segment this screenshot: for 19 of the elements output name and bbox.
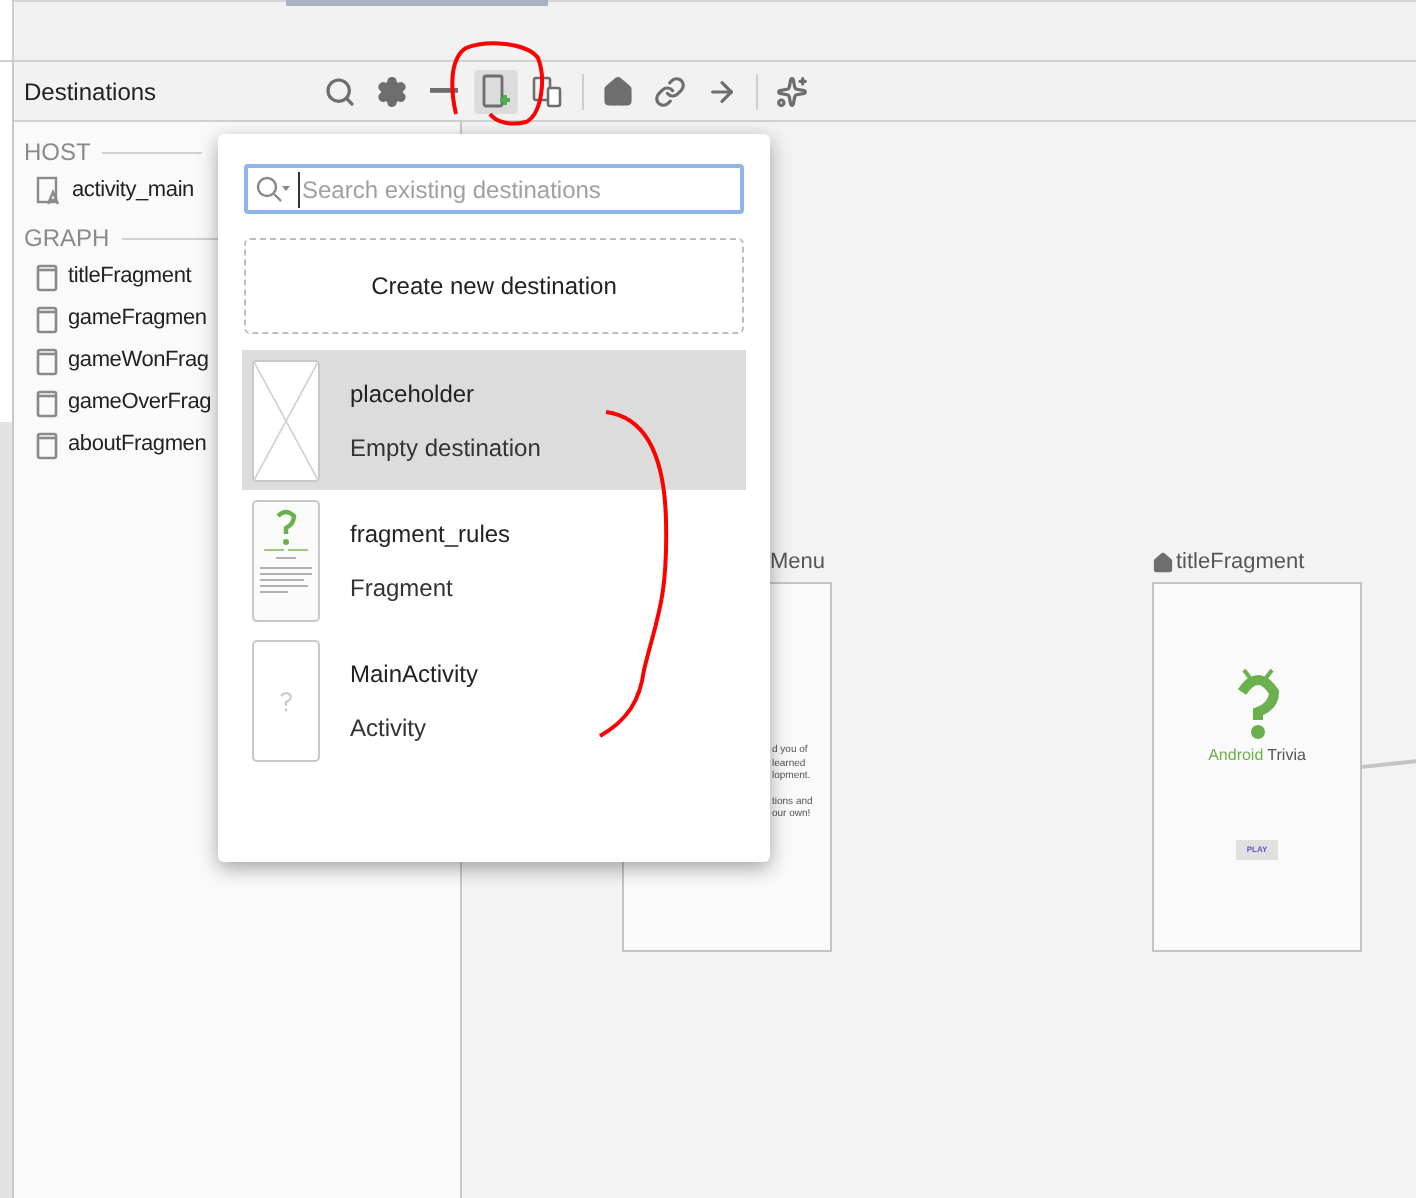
node-label: Menu <box>770 547 826 578</box>
destination-name: aboutFragmen <box>68 430 207 461</box>
destination-name: titleFragment <box>68 262 192 293</box>
destination-name: gameWonFrag <box>68 346 209 377</box>
section-header: HOST <box>24 136 91 170</box>
destination-option-type: Empty destination <box>350 431 541 465</box>
section-header: GRAPH <box>24 222 110 256</box>
panel-title: Destinations <box>24 75 159 109</box>
destination-name: gameOverFrag <box>68 388 212 419</box>
destination-name: gameFragmen <box>68 304 207 335</box>
destination-name: activity_main <box>72 176 194 207</box>
destination-option-name: fragment_rules <box>350 517 511 551</box>
destination-option-name: MainActivity <box>350 657 479 691</box>
app-name-text: Trivia <box>1267 744 1306 768</box>
app-name-text: Android <box>1208 744 1264 768</box>
destination-option-type: Activity <box>350 711 429 745</box>
node-label: titleFragment <box>1176 547 1305 578</box>
destination-option-name: placeholder <box>350 377 477 411</box>
destination-option-type: Fragment <box>350 571 455 605</box>
